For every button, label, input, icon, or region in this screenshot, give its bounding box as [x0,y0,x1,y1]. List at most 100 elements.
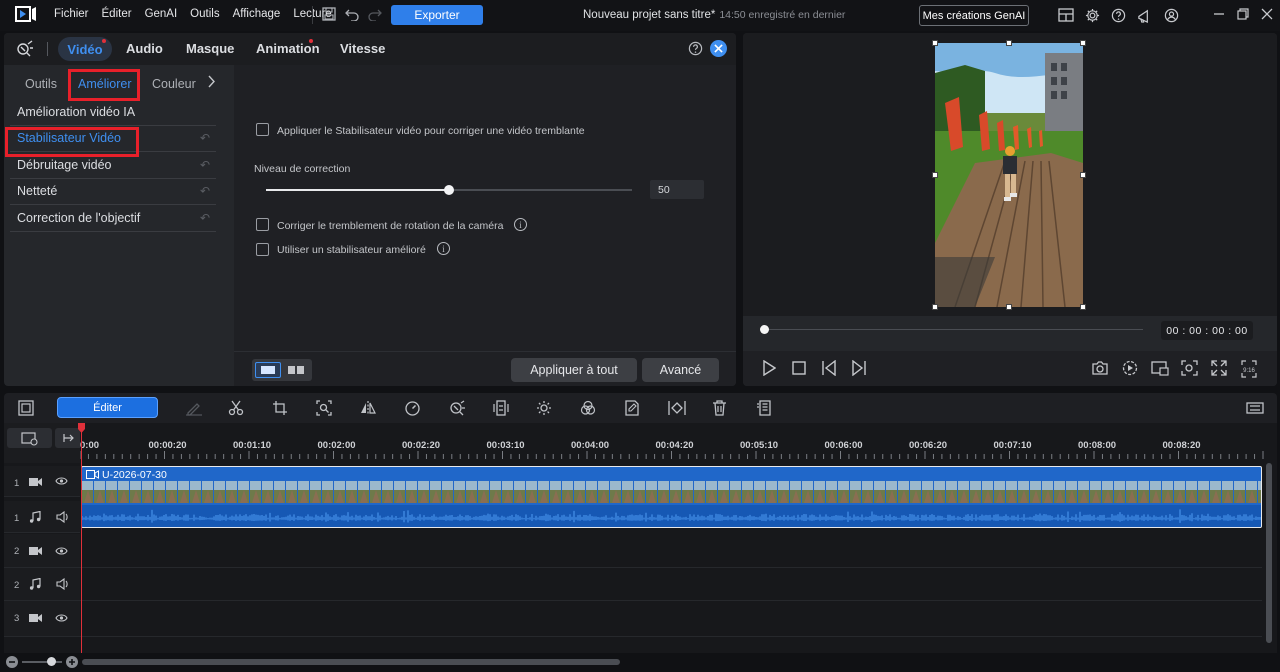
media-library-icon[interactable] [18,400,34,416]
fullscreen-icon[interactable] [1211,360,1227,376]
close-window-icon[interactable] [1261,8,1273,20]
video-clip[interactable]: U-2026-07-30 [81,466,1262,528]
color-adjust-icon[interactable] [580,400,596,416]
stop-icon[interactable] [792,360,806,376]
edit-note-icon[interactable] [624,400,640,416]
preview-quality-icon[interactable] [1122,360,1139,376]
stabilizer-icon[interactable] [493,400,509,416]
visibility-eye-icon[interactable] [55,476,68,486]
resize-handle[interactable] [1006,304,1012,310]
zoom-fit-icon[interactable] [1181,360,1198,376]
track-manager-icon[interactable] [7,428,52,448]
restore-icon[interactable] [1237,8,1249,20]
help-icon[interactable] [1111,8,1126,23]
menu-fichier[interactable]: Fichier [54,8,89,20]
apply-stabilizer-checkbox[interactable] [256,123,269,136]
keyframe-icon[interactable] [668,400,686,416]
fit-timeline-icon[interactable] [55,428,80,448]
menu-genai[interactable]: GenAI [145,8,178,20]
info-icon[interactable]: i [514,218,527,231]
zoom-pan-icon[interactable] [316,400,332,416]
advanced-button[interactable]: Avancé [642,358,719,382]
zoom-slider[interactable] [22,661,62,663]
fx-item-sharpness[interactable]: Netteté ↶ [10,179,216,205]
video-frame[interactable] [935,43,1083,307]
previous-frame-icon[interactable] [821,360,837,376]
resize-handle[interactable] [932,172,938,178]
edit-button[interactable]: Éditer [57,397,158,418]
pen-icon[interactable] [185,400,203,416]
info-icon[interactable]: i [437,242,450,255]
menu-affichage[interactable]: Affichage [233,8,281,20]
timeline-settings-icon[interactable] [1246,400,1264,416]
slider-handle[interactable] [444,185,454,195]
panel-close-icon[interactable] [710,40,727,57]
speaker-volume-icon[interactable] [56,578,69,590]
scrubber-handle[interactable] [760,325,769,334]
menu-editer[interactable]: Éditer [102,8,132,20]
resize-handle[interactable] [1080,40,1086,46]
preview-scrubber[interactable] [760,325,1143,334]
layout-icon[interactable] [1058,8,1074,22]
minimize-icon[interactable] [1213,8,1225,20]
snapshot-camera-icon[interactable] [1091,360,1109,376]
timeline-vertical-scrollbar[interactable] [1262,463,1277,653]
next-frame-icon[interactable] [851,360,867,376]
track-lane-audio-2[interactable] [80,568,1262,601]
menu-outils[interactable]: Outils [190,8,219,20]
visibility-eye-icon[interactable] [55,613,68,623]
timeline-horizontal-scrollbar[interactable] [82,659,620,665]
track-lane-video-3[interactable] [80,601,1262,637]
crop-icon[interactable] [272,400,288,416]
zoom-in-icon[interactable] [66,656,78,668]
tab-masque[interactable]: Masque [186,41,234,56]
resize-handle[interactable] [1080,304,1086,310]
subtab-couleur[interactable]: Couleur [152,77,196,91]
reset-icon[interactable]: ↶ [200,131,210,145]
ai-tools-icon[interactable] [448,400,466,416]
redo-icon[interactable] [368,7,382,21]
undo-icon[interactable] [345,7,359,21]
track-lane-video-2[interactable] [80,534,1262,568]
tab-vitesse[interactable]: Vitesse [340,41,385,56]
compare-view-icon[interactable] [283,362,309,378]
tab-animation[interactable]: Animation [256,41,320,56]
fx-item-lens-correction[interactable]: Correction de l'objectif ↶ [10,205,216,232]
panel-help-icon[interactable] [688,41,703,56]
correction-level-slider[interactable] [266,185,632,195]
tab-audio[interactable]: Audio [126,41,163,56]
scrollbar-thumb[interactable] [1266,463,1272,643]
play-icon[interactable] [762,360,776,376]
account-icon[interactable] [1164,8,1179,23]
subtab-outils[interactable]: Outils [25,77,57,91]
single-view-icon[interactable] [255,362,281,378]
speaker-volume-icon[interactable] [56,511,69,523]
resize-handle[interactable] [932,40,938,46]
correction-level-input[interactable]: 50 [650,180,704,199]
feedback-icon[interactable] [1137,8,1152,23]
settings-gear-icon[interactable] [1085,8,1100,23]
fx-item-ai-enhance[interactable]: Amélioration vidéo IA [10,99,216,126]
time-ruler[interactable]: 0:00 00:00:20 00:01:10 00:02:00 00:02:20 00:0… [80,423,1277,463]
genai-creations-button[interactable]: Mes créations GenAI [919,5,1029,26]
reset-icon[interactable]: ↶ [200,211,210,225]
zoom-out-icon[interactable] [6,656,18,668]
enhanced-stabilizer-checkbox[interactable] [256,243,269,256]
resize-handle[interactable] [932,304,938,310]
zoom-slider-handle[interactable] [47,657,56,666]
resize-handle[interactable] [1080,172,1086,178]
subtab-next-chevron-icon[interactable] [207,75,216,88]
speed-icon[interactable] [404,400,421,416]
save-icon[interactable] [322,7,336,21]
resize-handle[interactable] [1006,40,1012,46]
apply-to-all-button[interactable]: Appliquer à tout [511,358,637,382]
playhead[interactable] [81,425,82,653]
brightness-icon[interactable] [536,400,552,416]
export-button[interactable]: Exporter [391,5,483,25]
visibility-eye-icon[interactable] [55,546,68,556]
display-settings-icon[interactable] [1151,360,1169,376]
reset-icon[interactable]: ↶ [200,158,210,172]
delete-trash-icon[interactable] [712,400,727,416]
reset-icon[interactable]: ↶ [200,184,210,198]
subtitles-icon[interactable] [756,400,772,416]
